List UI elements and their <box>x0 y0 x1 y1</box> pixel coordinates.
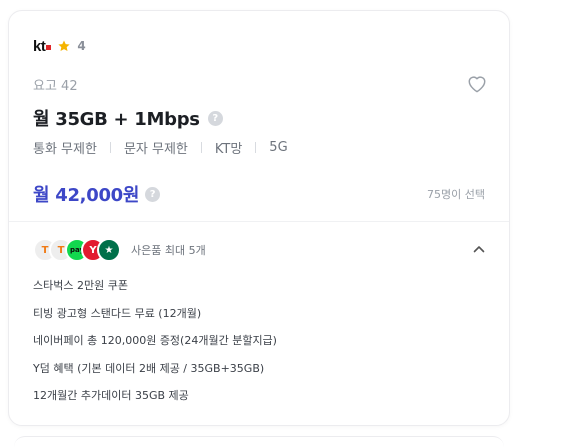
gift-item: 12개월간 추가데이터 35GB 제공 <box>33 389 189 402</box>
plan-name: 요고 42 <box>33 79 78 94</box>
gift-item: 네이버페이 총 120,000원 증정(24개월간 분할지급) <box>33 334 277 347</box>
feature-item: 문자 무제한 <box>123 142 188 157</box>
feature-item: 5G <box>269 140 288 155</box>
gift-item: Y덤 혜택 (기본 데이터 2배 제공 / 35GB+35GB) <box>33 361 265 375</box>
feature-separator <box>255 142 257 153</box>
next-card-edge <box>14 436 504 447</box>
kt-logo-dot <box>46 45 52 50</box>
brand-row: kt 4 <box>33 37 86 55</box>
price-help-icon[interactable]: ? <box>145 186 161 202</box>
heart-icon[interactable] <box>466 73 488 93</box>
star-icon <box>58 40 70 52</box>
selected-count: 75명이 선택 <box>427 188 485 201</box>
feature-separator <box>109 142 111 153</box>
divider <box>9 221 509 222</box>
plan-title-text: 월 35GB + 1Mbps <box>33 109 200 130</box>
price-row: 월 42,000원 ? <box>33 181 161 207</box>
chevron-up-icon[interactable] <box>471 241 487 257</box>
gift-summary[interactable]: T T pay Y ★ 사은품 최대 5개 <box>33 237 206 263</box>
kt-logo: kt <box>33 38 52 55</box>
gift-item: 티빙 광고형 스탠다드 무료 (12개월) <box>33 306 202 320</box>
feature-list: 통화 무제한 문자 무제한 KT망 5G <box>33 138 288 157</box>
monthly-price: 월 42,000원 <box>33 185 140 206</box>
gift-item: 스타벅스 2만원 쿠폰 <box>33 279 128 292</box>
gift-label: 사은품 최대 5개 <box>131 244 206 257</box>
plan-title: 월 35GB + 1Mbps ? <box>33 105 223 131</box>
feature-item: KT망 <box>214 142 243 157</box>
plan-card[interactable]: kt 4 요고 42 월 35GB + 1Mbps ? 통화 무제한 문자 무제… <box>8 10 510 426</box>
gift-list: 스타벅스 2만원 쿠폰 티빙 광고형 스탠다드 무료 (12개월) 네이버페이 … <box>33 279 277 417</box>
feature-separator <box>200 142 202 153</box>
help-icon[interactable]: ? <box>207 110 223 126</box>
feature-item: 통화 무제한 <box>33 142 97 157</box>
rating-value: 4 <box>77 39 86 53</box>
starbucks-icon: ★ <box>97 238 121 262</box>
